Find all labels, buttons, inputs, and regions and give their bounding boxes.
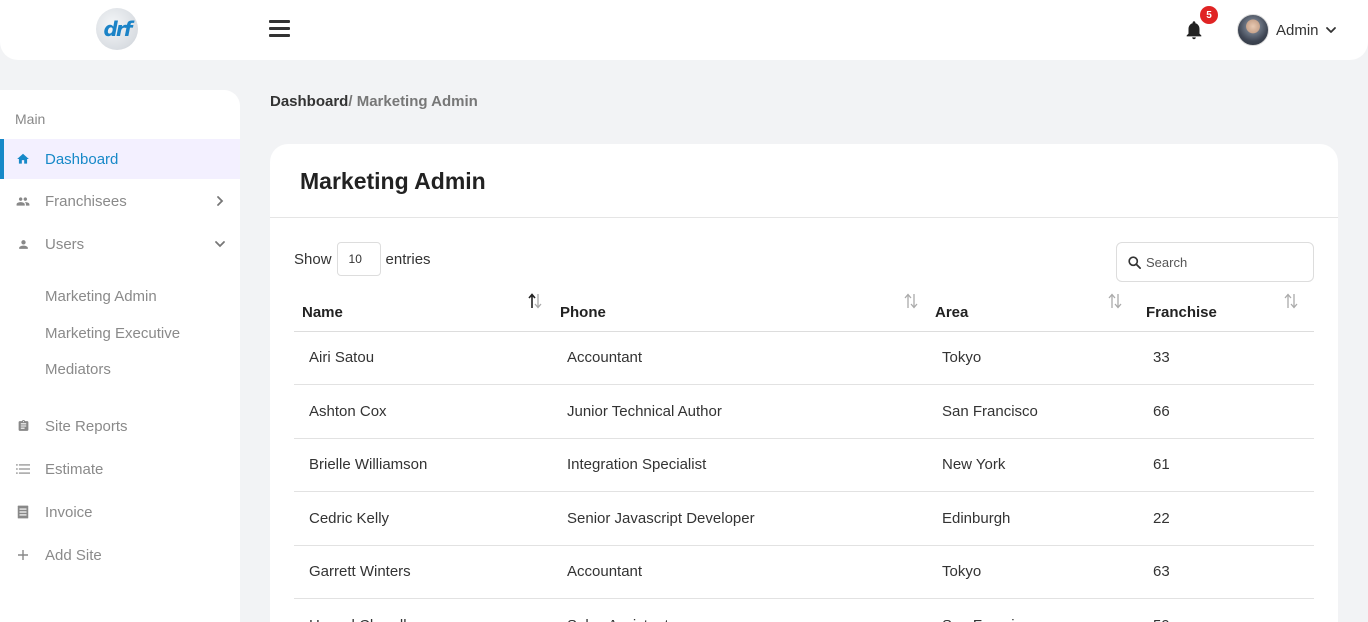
- search-icon: [1128, 256, 1141, 269]
- cell-area: Tokyo: [927, 331, 1138, 385]
- chevron-down-icon: [215, 241, 225, 248]
- sidebar-item-dashboard[interactable]: Dashboard: [0, 139, 240, 179]
- avatar: [1237, 14, 1269, 46]
- cell-area: Tokyo: [927, 545, 1138, 599]
- sidebar-item-label: Site Reports: [45, 417, 128, 435]
- receipt-icon: [16, 505, 30, 519]
- cell-franchise: 59: [1138, 598, 1314, 622]
- brand-logo[interactable]: drf: [96, 8, 138, 50]
- column-header-label: Franchise: [1146, 303, 1217, 321]
- user-menu[interactable]: Admin: [1237, 14, 1337, 46]
- sidebar-item-users[interactable]: Users: [0, 224, 240, 264]
- cell-phone: Junior Technical Author: [552, 384, 927, 439]
- chevron-right-icon: [217, 196, 224, 206]
- clipboard-icon: [16, 419, 30, 433]
- cell-name: Cedric Kelly: [294, 491, 552, 546]
- table-row[interactable]: Herrod Chandler Sales Assistant San Fran…: [294, 598, 1314, 622]
- cell-area: San Francisco: [927, 384, 1138, 439]
- data-table: Name Phone Area Franchise Airi Satou Acc…: [294, 286, 1314, 622]
- chevron-down-icon: [1325, 27, 1336, 33]
- cell-name: Airi Satou: [294, 331, 552, 385]
- person-icon: [16, 237, 30, 251]
- sidebar-item-label: Invoice: [45, 503, 93, 521]
- menu-toggle-icon[interactable]: [269, 20, 290, 39]
- cell-phone: Accountant: [552, 331, 927, 385]
- cell-phone: Senior Javascript Developer: [552, 491, 927, 546]
- cell-name: Herrod Chandler: [294, 598, 552, 622]
- page-title: Marketing Admin: [300, 168, 486, 194]
- sidebar-subitem-mediators[interactable]: Mediators: [45, 361, 111, 378]
- notification-badge: 5: [1200, 6, 1218, 24]
- sort-ascending-icon: [528, 293, 542, 309]
- column-header-franchise[interactable]: Franchise: [1138, 286, 1314, 332]
- column-header-label: Area: [935, 303, 969, 321]
- breadcrumb-separator: /: [348, 93, 357, 110]
- sidebar-subitem-marketing-admin[interactable]: Marketing Admin: [45, 288, 157, 305]
- column-header-label: Name: [302, 303, 343, 321]
- cell-area: New York: [927, 438, 1138, 492]
- top-header: drf 5 Admin: [0, 0, 1368, 60]
- notification-bell-icon[interactable]: [1183, 19, 1205, 41]
- table-header-row: Name Phone Area Franchise: [294, 286, 1314, 332]
- sidebar-item-label: Dashboard: [45, 150, 119, 168]
- sidebar-item-invoice[interactable]: Invoice: [0, 492, 240, 532]
- column-header-area[interactable]: Area: [927, 286, 1138, 332]
- sidebar-heading: Main: [15, 111, 46, 127]
- table-row[interactable]: Garrett Winters Accountant Tokyo 63: [294, 545, 1314, 599]
- cell-name: Brielle Williamson: [294, 438, 552, 492]
- entries-label: entries: [385, 250, 431, 268]
- breadcrumb-home-link[interactable]: Dashboard: [270, 93, 348, 110]
- sidebar-item-site-reports[interactable]: Site Reports: [0, 406, 240, 446]
- sort-icon: [1284, 293, 1298, 309]
- table-row[interactable]: Brielle Williamson Integration Specialis…: [294, 438, 1314, 492]
- show-label: Show: [294, 250, 332, 268]
- search-input[interactable]: [1146, 243, 1311, 281]
- table-row[interactable]: Airi Satou Accountant Tokyo 33: [294, 331, 1314, 385]
- cell-franchise: 63: [1138, 545, 1314, 599]
- sidebar-item-label: Users: [45, 235, 85, 253]
- cell-phone: Sales Assistant: [552, 598, 927, 622]
- table-row[interactable]: Ashton Cox Junior Technical Author San F…: [294, 384, 1314, 439]
- column-header-phone[interactable]: Phone: [552, 286, 927, 332]
- people-icon: [16, 194, 30, 208]
- column-header-name[interactable]: Name: [294, 286, 552, 332]
- cell-name: Garrett Winters: [294, 545, 552, 599]
- cell-name: Ashton Cox: [294, 384, 552, 439]
- cell-franchise: 66: [1138, 384, 1314, 439]
- column-header-label: Phone: [560, 303, 606, 321]
- home-icon: [16, 152, 30, 166]
- cell-phone: Accountant: [552, 545, 927, 599]
- breadcrumb-current: Marketing Admin: [356, 93, 478, 110]
- cell-phone: Integration Specialist: [552, 438, 927, 492]
- logo-text: drf: [103, 17, 133, 41]
- sidebar-item-label: Franchisees: [45, 192, 127, 210]
- sidebar-subitem-marketing-executive[interactable]: Marketing Executive: [45, 325, 180, 342]
- sidebar-item-label: Add Site: [45, 546, 102, 564]
- cell-area: Edinburgh: [927, 491, 1138, 546]
- sort-icon: [904, 293, 918, 309]
- sidebar-item-estimate[interactable]: Estimate: [0, 449, 240, 489]
- sidebar-item-add-site[interactable]: Add Site: [0, 535, 240, 575]
- sidebar: Main Dashboard Franchisees Users Marketi…: [0, 90, 240, 622]
- entries-length-control: Show entries: [294, 242, 431, 276]
- content-card: Marketing Admin Show entries Name: [270, 144, 1338, 622]
- entries-count-select[interactable]: [336, 242, 381, 276]
- search-field: [1116, 242, 1314, 282]
- cell-franchise: 61: [1138, 438, 1314, 492]
- sidebar-item-franchisees[interactable]: Franchisees: [0, 181, 240, 221]
- list-icon: [16, 462, 30, 476]
- card-divider: [270, 217, 1338, 218]
- sort-icon: [1108, 293, 1122, 309]
- sidebar-item-label: Estimate: [45, 460, 104, 478]
- cell-area: San Francisco: [927, 598, 1138, 622]
- cell-franchise: 33: [1138, 331, 1314, 385]
- breadcrumb: Dashboard/ Marketing Admin: [270, 93, 478, 110]
- user-name: Admin: [1276, 21, 1319, 39]
- plus-icon: [16, 548, 30, 562]
- cell-franchise: 22: [1138, 491, 1314, 546]
- table-row[interactable]: Cedric Kelly Senior Javascript Developer…: [294, 491, 1314, 546]
